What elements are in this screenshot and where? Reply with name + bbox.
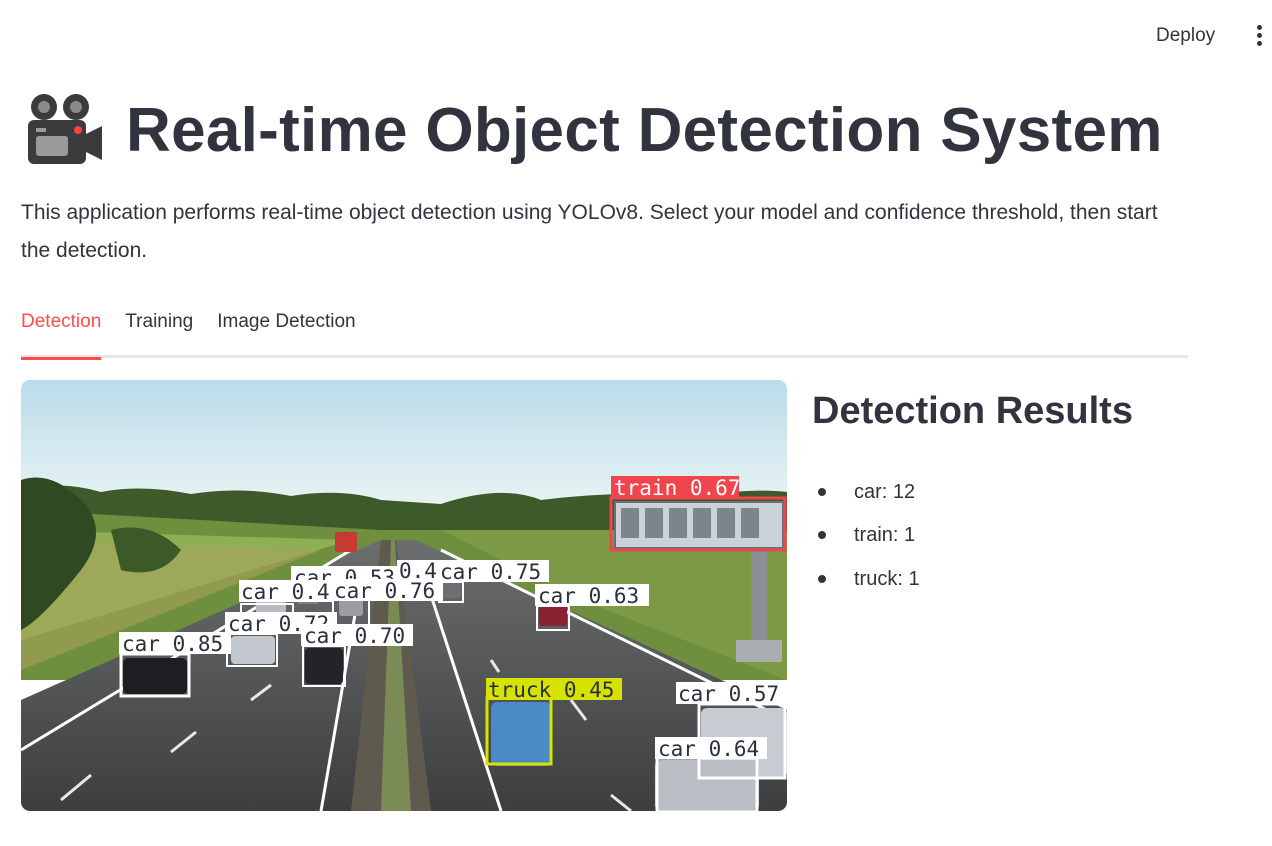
svg-text:truck 0.45: truck 0.45	[488, 678, 614, 702]
tab-image-detection[interactable]: Image Detection	[217, 300, 355, 354]
page-header: Real-time Object Detection System	[22, 88, 1163, 172]
svg-text:car 0.85: car 0.85	[122, 632, 223, 656]
movie-camera-icon	[28, 94, 102, 164]
svg-text:car 0.57: car 0.57	[678, 682, 779, 706]
page-description: This application performs real-time obje…	[21, 201, 1158, 262]
results-list: car: 12 train: 1 truck: 1	[812, 470, 920, 601]
svg-text:car 0.4: car 0.4	[241, 580, 330, 604]
result-item-label: truck: 1	[854, 567, 920, 590]
svg-text:car 0.64: car 0.64	[658, 737, 759, 761]
results-title: Detection Results	[812, 390, 1133, 432]
bullet-icon	[818, 487, 826, 496]
svg-text:car 0.75: car 0.75	[440, 560, 541, 584]
deploy-button[interactable]: Deploy	[1146, 20, 1225, 52]
page-title: Real-time Object Detection System	[126, 95, 1163, 165]
result-item: train: 1	[812, 514, 920, 558]
bullet-icon	[818, 531, 826, 540]
result-item-label: train: 1	[854, 524, 916, 547]
svg-text:train 0.67: train 0.67	[614, 476, 740, 500]
video-scene: train 0.67 car 0.75 car 0.63 car 0.53 0.…	[21, 380, 787, 811]
svg-text:car 0.76: car 0.76	[334, 579, 435, 603]
svg-text:car 0.70: car 0.70	[304, 624, 405, 648]
tab-training[interactable]: Training	[125, 300, 193, 354]
bullet-icon	[818, 574, 826, 583]
tab-detection[interactable]: Detection	[21, 300, 102, 360]
result-item: car: 12	[812, 470, 920, 514]
tab-bar: Detection Training Image Detection	[21, 300, 1188, 360]
detection-video-frame: train 0.67 car 0.75 car 0.63 car 0.53 0.…	[21, 380, 787, 811]
result-item-label: car: 12	[854, 480, 916, 503]
top-bar: Deploy	[0, 0, 1272, 70]
more-vertical-icon[interactable]	[1248, 22, 1270, 50]
result-item: truck: 1	[812, 557, 920, 601]
svg-text:car 0.63: car 0.63	[538, 584, 639, 608]
